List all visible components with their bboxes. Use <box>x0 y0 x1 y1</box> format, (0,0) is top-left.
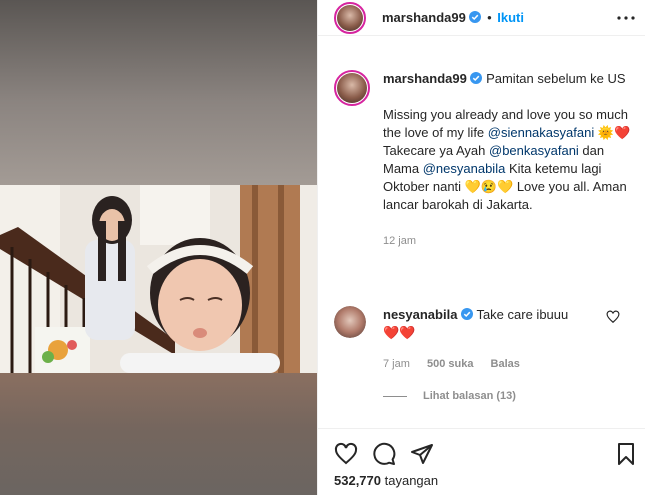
comment-likes[interactable]: 500 suka <box>427 358 473 370</box>
commenter-avatar[interactable] <box>334 306 366 338</box>
comment: nesyanabila Take care ibuuu ❤️❤️ <box>383 306 613 342</box>
verified-badge-icon <box>470 72 483 84</box>
media-blurred-bottom <box>0 373 317 495</box>
comment-icon[interactable] <box>372 442 396 466</box>
comment-meta: 7 jam 500 suka Balas <box>383 358 534 370</box>
post-media[interactable] <box>0 0 317 495</box>
media-blurred-top <box>0 0 317 185</box>
caption-username[interactable]: marshanda99 <box>383 71 467 86</box>
follow-button[interactable]: Ikuti <box>497 10 524 25</box>
caption-emoji: 💛😢💛 <box>464 179 514 194</box>
bookmark-icon[interactable] <box>614 442 638 466</box>
comment-time[interactable]: 7 jam <box>383 358 410 370</box>
comment-username[interactable]: nesyanabila <box>383 307 457 322</box>
mention-ben[interactable]: @benkasyafani <box>489 143 579 158</box>
post-photo[interactable] <box>0 185 317 373</box>
views-number: 532,770 <box>334 473 381 488</box>
caption-text: Takecare ya Ayah <box>383 143 489 158</box>
views-label: tayangan <box>384 473 439 488</box>
verified-badge-icon <box>469 11 482 23</box>
post-header: marshanda99 • Ikuti <box>318 0 645 36</box>
small-heart-icon[interactable] <box>606 310 620 324</box>
author-username[interactable]: marshanda99 <box>382 10 466 25</box>
replies-line <box>383 395 407 397</box>
post-panel: marshanda99 • Ikuti marshanda99 Pamitan … <box>318 0 645 495</box>
caption-avatar[interactable] <box>334 70 370 106</box>
verified-badge-icon <box>461 308 474 320</box>
more-options-icon[interactable] <box>614 6 638 30</box>
paper-plane-icon[interactable] <box>410 442 434 466</box>
view-replies-button[interactable]: Lihat balasan (13) <box>383 390 516 402</box>
post-timestamp[interactable]: 12 jam <box>383 232 638 250</box>
caption-emoji: 🌞❤️ <box>597 125 631 140</box>
caption: marshanda99 Pamitan sebelum ke US Missin… <box>383 70 638 250</box>
photo-illustration <box>0 185 317 373</box>
comment-emoji: ❤️❤️ <box>383 325 416 340</box>
reply-button[interactable]: Balas <box>491 358 520 370</box>
view-replies-label: Lihat balasan (13) <box>423 390 516 402</box>
caption-title: Pamitan sebelum ke US <box>486 71 626 86</box>
views-count[interactable]: 532,770 tayangan <box>334 473 438 488</box>
comment-body: Take care ibuuu <box>476 307 569 322</box>
mention-sienna[interactable]: @siennakasyafani <box>488 125 594 140</box>
actions-divider <box>318 428 645 429</box>
separator-dot: • <box>487 10 492 25</box>
mention-nesya[interactable]: @nesyanabila <box>423 161 506 176</box>
heart-icon[interactable] <box>334 442 358 466</box>
author-avatar[interactable] <box>334 2 366 34</box>
